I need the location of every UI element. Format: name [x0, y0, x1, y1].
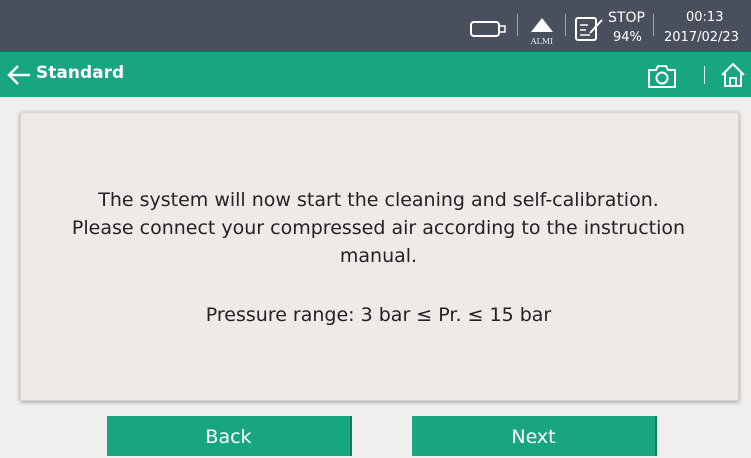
usb-icon: [470, 21, 506, 37]
back-arrow-icon[interactable]: [6, 63, 32, 87]
instruction-message: The system will now start the cleaning a…: [20, 186, 737, 270]
back-button[interactable]: Back: [107, 416, 352, 456]
title-bar: Standard: [0, 52, 751, 97]
status-divider: [653, 14, 654, 36]
alarm-label: ALMI: [530, 37, 554, 46]
battery-percent: 94%: [613, 30, 642, 45]
next-button[interactable]: Next: [412, 416, 657, 456]
clock-date: 2017/02/23: [664, 30, 739, 45]
clock-time: 00:13: [686, 10, 724, 25]
status-divider: [565, 14, 566, 36]
camera-icon[interactable]: [646, 63, 678, 89]
alarm-indicator: ALMI: [527, 16, 557, 46]
status-divider: [517, 14, 518, 36]
alarm-icon: [531, 18, 553, 32]
message-line: Please connect your compressed air accor…: [71, 217, 686, 239]
run-state-label: STOP: [608, 10, 645, 26]
page-title: Standard: [36, 63, 125, 83]
message-line: The system will now start the cleaning a…: [98, 189, 659, 211]
title-divider: [704, 66, 705, 84]
pressure-range-text: Pressure range: 3 bar ≤ Pr. ≤ 15 bar: [205, 304, 552, 326]
home-icon[interactable]: [719, 61, 747, 89]
status-bar: ALMI STOP 94% 00:13 2017/02/23: [0, 0, 751, 52]
message-line: manual.: [339, 245, 418, 267]
document-edit-icon: [575, 17, 603, 41]
